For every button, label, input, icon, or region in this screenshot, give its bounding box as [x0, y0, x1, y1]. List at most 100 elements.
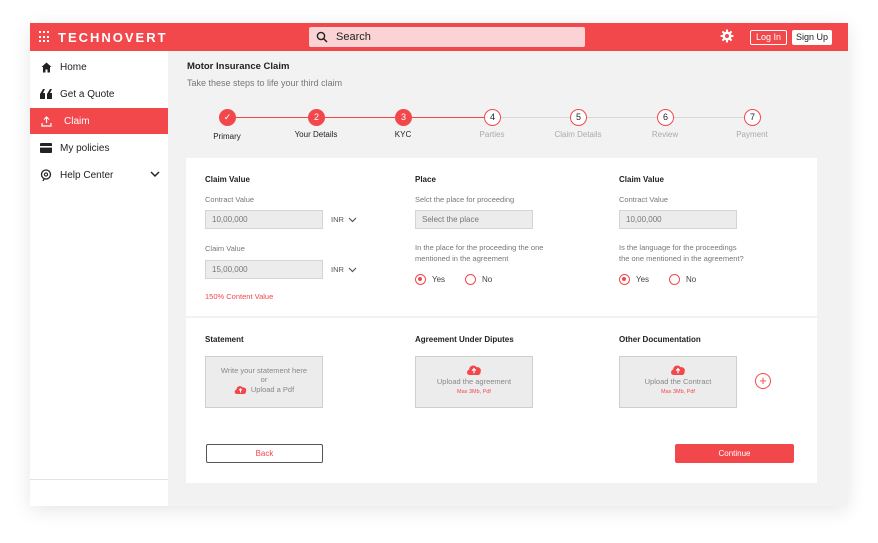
- radio-empty-icon: [669, 274, 680, 285]
- page-title: Motor Insurance Claim: [187, 61, 290, 72]
- chevron-down-icon: [348, 267, 357, 272]
- step-7-circle[interactable]: 7: [744, 109, 761, 126]
- claim-value-input[interactable]: 15,00,000: [205, 260, 323, 279]
- place-no-radio[interactable]: No: [465, 274, 492, 285]
- sidebar-item-claim[interactable]: Claim: [30, 108, 168, 134]
- claim-value-heading-2: Claim Value: [619, 175, 664, 184]
- currency-label: INR: [331, 215, 344, 224]
- sidebar-item-label: My policies: [60, 142, 110, 154]
- step-3-label: KYC: [394, 130, 412, 139]
- progress-stepper: ✓ 2 3 4 5 6 7 Primary Your Details KYC P…: [187, 109, 807, 149]
- gear-icon[interactable]: [720, 29, 734, 43]
- step-connector: [405, 117, 487, 118]
- radio-label: No: [482, 275, 493, 284]
- claim-value-label: Claim Value: [205, 244, 245, 253]
- upload-pdf-label: Upload a Pdf: [250, 384, 295, 394]
- cloud-upload-icon: [234, 386, 247, 394]
- step-connector: [494, 117, 576, 118]
- place-question: In the place for the proceeding the one …: [415, 242, 543, 264]
- contract-currency-select[interactable]: INR: [331, 215, 357, 224]
- brand-logo: TECHNOVERT: [58, 30, 168, 45]
- radio-label: Yes: [636, 275, 650, 284]
- step-6-circle[interactable]: 6: [657, 109, 674, 126]
- signup-button[interactable]: Sign Up: [792, 30, 832, 45]
- sidebar-item-get-a-quote[interactable]: Get a Quote: [30, 81, 168, 107]
- sidebar-item-label: Home: [60, 61, 87, 73]
- radio-label: No: [686, 275, 697, 284]
- step-connector: [316, 117, 398, 118]
- contract-value-label: Contract Value: [205, 195, 255, 204]
- file-limit-note: Max 3Mb, Pdf: [457, 389, 491, 395]
- search-input[interactable]: Search: [336, 31, 371, 43]
- step-connector: [227, 117, 309, 118]
- place-yes-radio[interactable]: Yes: [415, 274, 445, 285]
- place-question-line-2: mentioned in the agreement: [415, 254, 509, 263]
- statement-heading: Statement: [205, 335, 244, 344]
- cloud-upload-icon: [467, 365, 481, 375]
- chevron-down-icon: [348, 217, 357, 222]
- step-1-circle[interactable]: ✓: [219, 109, 236, 126]
- contract-value-input-2[interactable]: 10,00,000: [619, 210, 737, 229]
- quote-icon: [32, 89, 60, 99]
- section-divider: [186, 316, 817, 318]
- grid-icon[interactable]: [39, 31, 51, 43]
- step-6-label: Review: [651, 130, 679, 139]
- search-icon: [316, 31, 328, 43]
- place-heading: Place: [415, 175, 436, 184]
- back-button[interactable]: Back: [206, 444, 323, 463]
- page-subtitle: Take these steps to life your third clai…: [187, 78, 343, 88]
- sidebar-item-label: Help Center: [60, 169, 114, 181]
- step-connector: [672, 117, 754, 118]
- upload-contract-label: Upload the Contract: [644, 377, 712, 386]
- sidebar-item-label: Get a Quote: [60, 88, 115, 100]
- step-2-circle[interactable]: 2: [308, 109, 325, 126]
- upload-icon: [32, 115, 60, 127]
- top-bar: TECHNOVERT Search Log In Sign Up: [30, 23, 848, 51]
- login-button[interactable]: Log In: [750, 30, 787, 45]
- sidebar-item-label: Claim: [64, 115, 90, 127]
- language-yes-radio[interactable]: Yes: [619, 274, 649, 285]
- file-limit-note: Max 3Mb, Pdf: [661, 389, 695, 395]
- language-question-line-2: the one mentioned in the agreement?: [619, 254, 744, 263]
- radio-selected-icon: [619, 274, 630, 285]
- sidebar: Home Get a Quote Claim My policies Help …: [30, 51, 168, 506]
- statement-upload-box[interactable]: Write your statement here or Upload a Pd…: [205, 356, 323, 408]
- chevron-down-icon[interactable]: [150, 170, 160, 178]
- statement-or: or: [260, 375, 268, 384]
- step-5-label: Claim Details: [554, 130, 602, 139]
- sidebar-divider: [30, 479, 168, 480]
- place-question-line-1: In the place for the proceeding the one: [415, 243, 544, 252]
- step-2-label: Your Details: [294, 130, 338, 139]
- step-3-circle[interactable]: 3: [395, 109, 412, 126]
- language-question-line-1: Is the language for the proceedings: [619, 243, 737, 252]
- step-1-label: Primary: [213, 132, 241, 141]
- help-icon: [32, 169, 60, 181]
- sidebar-item-help-center[interactable]: Help Center: [30, 162, 168, 188]
- radio-selected-icon: [415, 274, 426, 285]
- language-question: Is the language for the proceedings the …: [619, 242, 744, 264]
- content-value-note: 150% Content Value: [205, 292, 274, 301]
- place-label: Selct the place for proceeding: [415, 195, 515, 204]
- currency-label: INR: [331, 265, 344, 274]
- sidebar-item-my-policies[interactable]: My policies: [30, 135, 168, 161]
- contract-value-input[interactable]: 10,00,000: [205, 210, 323, 229]
- agreement-upload-box[interactable]: Upload the agreement Max 3Mb, Pdf: [415, 356, 533, 408]
- add-document-button[interactable]: +: [755, 373, 771, 389]
- place-select[interactable]: Select the place: [415, 210, 533, 229]
- step-7-label: Payment: [736, 130, 768, 139]
- other-docs-heading: Other Documentation: [619, 335, 701, 344]
- other-docs-upload-box[interactable]: Upload the Contract Max 3Mb, Pdf: [619, 356, 737, 408]
- search-bar[interactable]: Search: [309, 27, 585, 47]
- step-4-label: Parties: [479, 130, 505, 139]
- claim-currency-select[interactable]: INR: [331, 265, 357, 274]
- step-5-circle[interactable]: 5: [570, 109, 587, 126]
- sidebar-item-home[interactable]: Home: [30, 54, 168, 80]
- radio-label: Yes: [432, 275, 446, 284]
- statement-placeholder: Write your statement here: [220, 366, 308, 375]
- claim-value-heading: Claim Value: [205, 175, 250, 184]
- app-window: TECHNOVERT Search Log In Sign Up Home Ge…: [30, 23, 848, 506]
- continue-button[interactable]: Continue: [675, 444, 794, 463]
- language-no-radio[interactable]: No: [669, 274, 696, 285]
- step-4-circle[interactable]: 4: [484, 109, 501, 126]
- upload-agreement-label: Upload the agreement: [436, 377, 512, 386]
